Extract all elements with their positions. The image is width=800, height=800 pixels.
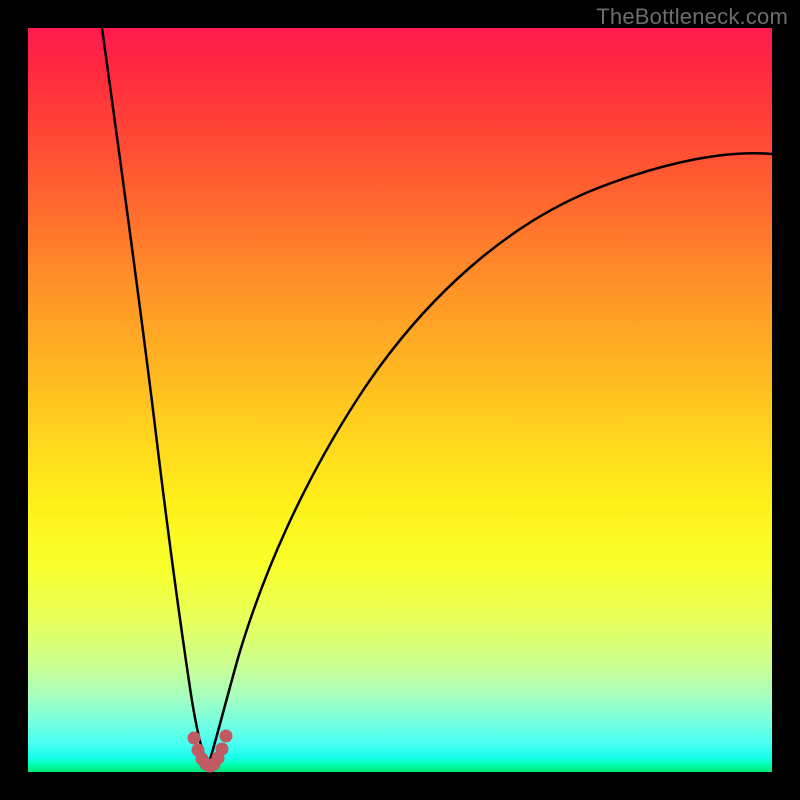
- chart-svg: [28, 28, 772, 772]
- watermark-text: TheBottleneck.com: [596, 4, 788, 30]
- outer-frame: TheBottleneck.com: [0, 0, 800, 800]
- marker-dot: [220, 730, 232, 742]
- bottleneck-curve-right: [208, 153, 772, 766]
- bottleneck-curve-left: [102, 28, 208, 766]
- bottleneck-marker-group: [188, 730, 232, 772]
- marker-dot: [216, 743, 228, 755]
- marker-dot: [188, 732, 200, 744]
